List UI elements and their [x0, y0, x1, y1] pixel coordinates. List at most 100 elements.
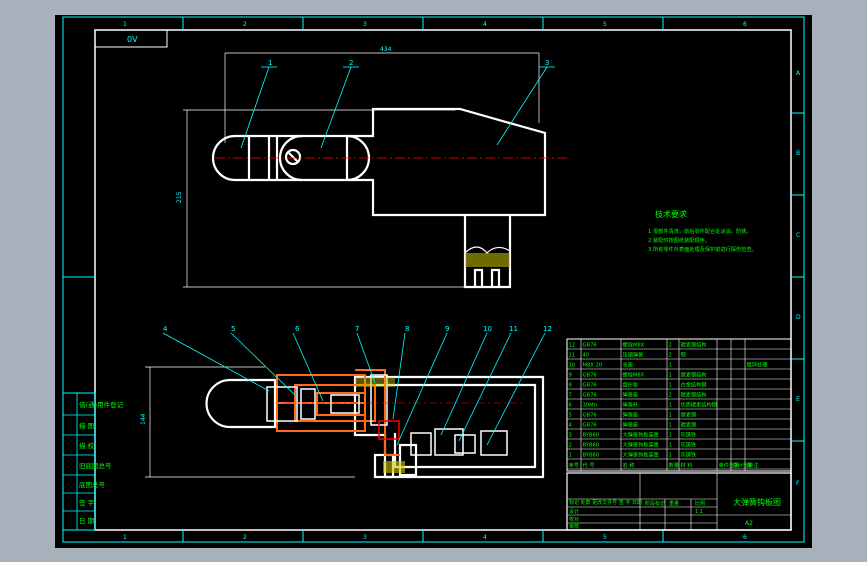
row-label: F: [796, 480, 800, 487]
bom-cell: GB76: [583, 383, 597, 389]
bom-cell: 1: [669, 383, 672, 389]
bom-cell: 1: [669, 413, 672, 419]
bom-cell: 1: [669, 373, 672, 379]
titleblock-row: 校对: [569, 516, 579, 523]
bom-cell: 弹簧座: [623, 391, 639, 399]
bom-cell: GB76: [583, 393, 597, 399]
bom-cell: 2: [669, 343, 672, 349]
titleblock-row: 审核: [569, 523, 579, 530]
balloon-label: 6: [295, 325, 300, 333]
bom-cell: 5: [569, 413, 572, 419]
bom-cell: M8X 20: [583, 363, 603, 369]
bom-cell: 大弹簧钩板装置: [623, 451, 659, 459]
tech-line: 2.装配时按图纸装配顺序。: [648, 236, 710, 244]
col-label: 6: [743, 21, 747, 28]
register-label: 日 期: [79, 517, 95, 525]
col-label: 4: [483, 534, 487, 541]
bom-cell: 4: [569, 423, 573, 429]
balloon-label: 3: [545, 59, 549, 67]
bom-cell: 碳素钢结构: [681, 391, 707, 399]
cad-viewport[interactable]: 1 2 3 4 5 6 1 2 3 4 5 6 A B C D E F 0V 借…: [55, 15, 812, 548]
bom-cell: GB76: [583, 423, 597, 429]
bom-cell: 2: [669, 353, 672, 359]
bom-cell: 灰铸铁: [681, 431, 697, 439]
bom-cell: 弹簧座: [623, 411, 639, 419]
tech-line: 3.所有零件外表面处理及保护前进行探伤检查。: [648, 245, 757, 253]
bom-cell: 12: [569, 343, 576, 349]
title-block: 大弹簧钩板图 A2 标记 处数 更改文件号 签 字 日期 设计 校对 审核 阶段…: [566, 472, 792, 531]
bom-cell: 镀锌处理: [747, 361, 769, 369]
col-label: 4: [483, 21, 487, 28]
bom-cell: 螺栓M8X: [623, 341, 645, 349]
corner-label: 0V: [127, 35, 138, 44]
balloon-label: 2: [349, 59, 353, 67]
tech-line: 1.零部件清洗，前后零件配合处涂油，防锈。: [648, 227, 752, 235]
bom-cell: 1: [669, 433, 672, 439]
balloon-label: 9: [445, 325, 449, 333]
bom-cell: GB76: [583, 373, 597, 379]
bom-cell: 碳素钢: [681, 421, 697, 429]
bom-cell: BYB60: [583, 453, 600, 459]
tech-heading: 技术要求: [655, 209, 687, 219]
bom-cell: GB76: [583, 413, 597, 419]
bom-cell: 碳素钢: [681, 411, 697, 419]
ratio-label: 比例: [695, 500, 705, 507]
top-width-dim: 434: [380, 46, 392, 53]
bom-cell: 6: [569, 403, 572, 409]
bom-cell: 螺栓M8X: [623, 371, 645, 379]
bom-cell: BYB60: [583, 443, 600, 449]
section-view: 144 4 5 6 7 8 9 10 11 12: [140, 325, 552, 479]
cad-drawing[interactable]: 1 2 3 4 5 6 1 2 3 4 5 6 A B C D E F 0V 借…: [55, 15, 812, 548]
section-height-dim: 144: [140, 413, 147, 425]
bom-cell: 9: [569, 373, 572, 379]
bom-table: 12 GB76 螺栓M8X 2 碳素钢结构11 40 压缩弹簧 2 钢10 M8X 20 支座 1 镀锌…: [566, 338, 792, 472]
bom-cell: 盘形板: [623, 381, 639, 389]
register-label: 描 图: [79, 421, 94, 430]
bom-cell: 大弹簧钩板装置: [623, 431, 659, 439]
stage-label: 阶段标记: [645, 500, 665, 507]
bom-cell: GB76: [583, 343, 597, 349]
balloon-label: 12: [543, 325, 552, 333]
bom-cell: 碳素钢结构: [681, 341, 707, 349]
ratio-value: 1:1: [695, 509, 703, 515]
bom-cell: 3: [569, 433, 572, 439]
bom-header: 代 号: [583, 461, 595, 469]
weight-label: 重量: [669, 500, 679, 507]
left-register-column: 借(通)用件登记 描 图 描 校 旧底图总号 底图总号 签 字 日 期: [62, 392, 124, 531]
bom-cell: 1: [669, 363, 672, 369]
balloon-label: 8: [405, 325, 409, 333]
bom-cell: 支座: [623, 361, 633, 369]
register-label: 底图总号: [79, 480, 106, 489]
bom-cell: 11: [569, 353, 576, 359]
bom-header: 材 料: [681, 461, 693, 469]
bom-cell: 灰铸铁: [681, 451, 697, 459]
bom-header: 备 注: [747, 461, 759, 469]
col-label: 2: [243, 21, 247, 28]
bom-cell: 2: [669, 393, 672, 399]
col-label: 6: [743, 534, 747, 541]
bom-cell: 10: [569, 363, 576, 369]
bom-cell: 7: [569, 393, 572, 399]
bom-cell: 钢: [681, 351, 686, 359]
top-view: 434 215 1 2 3: [176, 46, 567, 289]
bom-header: 数量: [669, 461, 679, 469]
register-label: 借(通)用件登记: [79, 400, 124, 409]
bom-cell: BYB60: [583, 433, 600, 439]
tech-requirements: 技术要求 1.零部件清洗，前后零件配合处涂油，防锈。 2.装配时按图纸装配顺序。…: [648, 209, 757, 253]
bom-cell: 8: [569, 383, 572, 389]
bom-cell: 40: [583, 353, 590, 359]
bom-cell: 2: [569, 443, 572, 449]
balloon-label: 7: [355, 325, 359, 333]
balloon-label: 10: [483, 325, 492, 333]
bom-cell: 1: [669, 403, 672, 409]
row-label: E: [796, 396, 800, 403]
top-height-dim: 215: [176, 191, 183, 203]
col-label: 3: [363, 21, 367, 28]
register-label: 签 字: [79, 498, 95, 507]
drawing-title: 大弹簧钩板图: [733, 497, 781, 507]
row-label: A: [796, 70, 801, 77]
bom-cell: 优质碳素结构钢: [681, 401, 717, 409]
col-label: 3: [363, 534, 367, 541]
bom-header: 名 称: [623, 461, 635, 469]
titleblock-row: 设计: [569, 508, 579, 515]
